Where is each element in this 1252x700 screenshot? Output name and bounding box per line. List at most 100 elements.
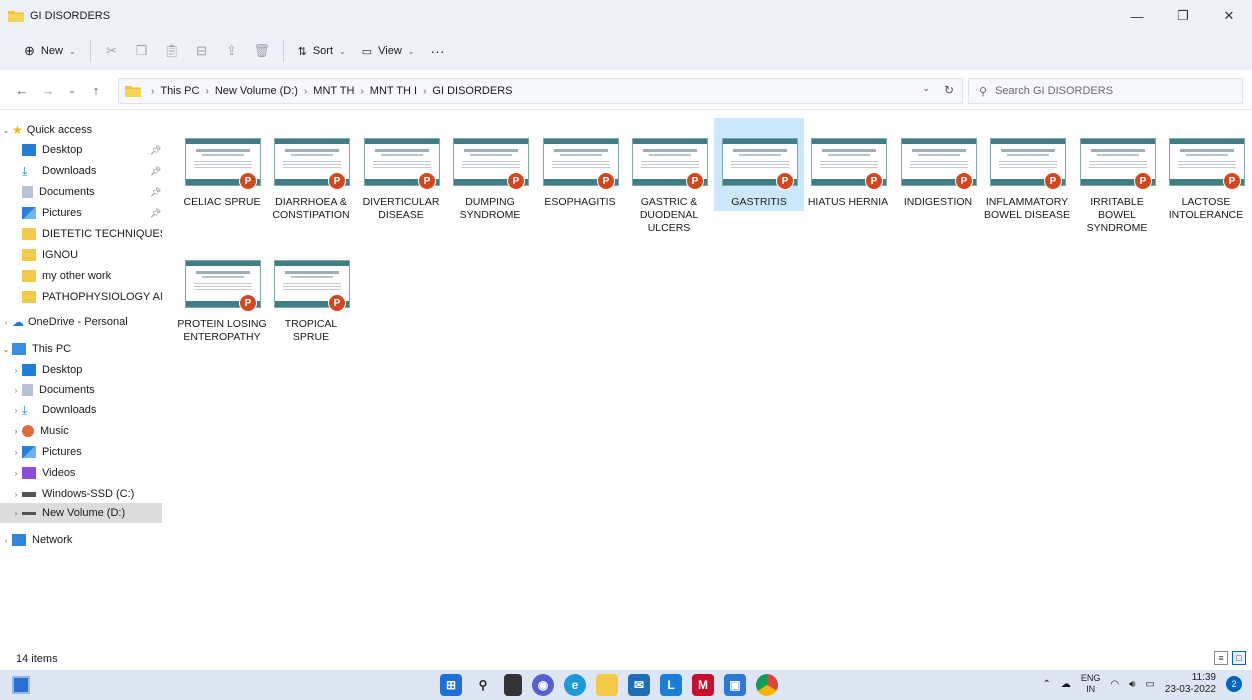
volume-icon[interactable]: 🔊︎	[1129, 679, 1135, 690]
nav-pc-pictures[interactable]: › Pictures	[0, 442, 162, 462]
file-item[interactable]: P DUMPING SYNDROME	[445, 118, 535, 253]
nav-qa-pathophysiology[interactable]: PATHOPHYSIOLOGY AND I	[0, 287, 162, 307]
maximize-button[interactable]: ❐	[1160, 0, 1206, 32]
delete-icon[interactable]: 🗑︎	[247, 37, 277, 65]
breadcrumb-mnt-th-i[interactable]: MNT TH I	[370, 85, 417, 97]
breadcrumb-this-pc[interactable]: This PC	[160, 85, 199, 97]
navigation-pane: ⌄ ★ Quick access Desktop 📌︎ ⤓ Downloads …	[0, 118, 168, 648]
chevron-right-icon: ›	[14, 508, 18, 518]
edge-icon[interactable]: e	[564, 674, 586, 696]
nav-qa-downloads[interactable]: ⤓ Downloads 📌︎	[0, 161, 162, 181]
pin-icon: 📌︎	[150, 144, 162, 155]
search-box[interactable]: ⚲ Search GI DISORDERS	[968, 78, 1243, 104]
nav-qa-desktop[interactable]: Desktop 📌︎	[0, 140, 162, 160]
nav-qa-ignou[interactable]: IGNOU	[0, 245, 162, 265]
file-item[interactable]: P HIATUS HERNIA	[803, 118, 893, 253]
nav-pc-documents[interactable]: › Documents	[0, 380, 162, 400]
up-arrow-icon[interactable]: ↑	[82, 76, 110, 104]
nav-qa-dietetic-techniques[interactable]: DIETETIC TECHNIQUES AN	[0, 224, 162, 244]
nav-network[interactable]: › Network	[0, 530, 162, 550]
drive-icon	[22, 511, 36, 515]
rename-icon[interactable]: ⊟	[187, 37, 217, 65]
computer-icon	[12, 343, 26, 355]
chevron-down-icon: ⌄	[68, 46, 76, 56]
back-arrow-icon[interactable]: ←	[8, 76, 36, 104]
breadcrumb-mnt-th[interactable]: MNT TH	[313, 85, 354, 97]
file-item[interactable]: P GASTRIC & DUODENAL ULCERS	[624, 118, 714, 253]
language-indicator[interactable]: ENG IN	[1081, 673, 1101, 695]
cut-icon[interactable]: ✂	[97, 37, 127, 65]
search-icon: ⚲	[979, 85, 988, 98]
nav-pc-desktop[interactable]: › Desktop	[0, 360, 162, 380]
minimize-button[interactable]: —	[1114, 0, 1160, 32]
file-item[interactable]: P PROTEIN LOSING ENTEROPATHY	[177, 240, 267, 375]
start-icon[interactable]: ⊞	[440, 674, 462, 696]
nav-quick-access[interactable]: ⌄ ★ Quick access	[0, 120, 162, 140]
chrome-icon[interactable]	[756, 674, 778, 696]
search-icon[interactable]: ⚲	[472, 674, 494, 696]
app-l-icon[interactable]: L	[660, 674, 682, 696]
mcafee-icon[interactable]: M	[692, 674, 714, 696]
chevron-up-icon[interactable]: ⌃	[1042, 679, 1050, 690]
powerpoint-icon: P	[239, 172, 257, 190]
powerpoint-icon: P	[507, 172, 525, 190]
nav-qa-pictures[interactable]: Pictures 📌︎	[0, 203, 162, 223]
file-item[interactable]: P ESOPHAGITIS	[535, 118, 625, 253]
breadcrumb-new-volume[interactable]: New Volume (D:)	[215, 85, 298, 97]
powerpoint-icon: P	[418, 172, 436, 190]
file-name: INFLAMMATORY BOWEL DISEASE	[984, 196, 1070, 221]
nav-label: PATHOPHYSIOLOGY AND I	[42, 291, 162, 303]
nav-pc-videos[interactable]: › Videos	[0, 463, 162, 483]
file-item[interactable]: P TROPICAL SPRUE	[266, 240, 356, 375]
address-dropdown-icon[interactable]: ⌄	[922, 83, 930, 97]
widgets-icon[interactable]	[12, 676, 30, 694]
nav-label: DIETETIC TECHNIQUES AN	[42, 228, 162, 240]
file-explorer-icon[interactable]	[596, 674, 618, 696]
large-icons-view-icon[interactable]: □	[1232, 651, 1246, 665]
new-button[interactable]: ⊕ New ⌄	[16, 37, 84, 65]
battery-icon[interactable]: ▭	[1145, 679, 1154, 690]
nav-pc-downloads[interactable]: › ⤓ Downloads	[0, 400, 162, 420]
nav-pc-music[interactable]: › Music	[0, 421, 162, 441]
pin-icon: 📌︎	[150, 186, 162, 197]
title-bar: GI DISORDERS — ❐ ✕	[0, 0, 1252, 32]
file-item-selected[interactable]: P GASTRITIS	[714, 118, 804, 211]
nav-onedrive[interactable]: › ☁ OneDrive - Personal	[0, 312, 162, 332]
share-icon[interactable]: ⇪	[217, 37, 247, 65]
clock[interactable]: 11:39 23-03-2022	[1165, 672, 1216, 696]
powerpoint-icon: P	[686, 172, 704, 190]
file-name: GASTRITIS	[731, 196, 787, 208]
task-view-icon[interactable]	[504, 674, 522, 696]
mail-icon[interactable]: ✉	[628, 674, 650, 696]
breadcrumb-gi-disorders[interactable]: GI DISORDERS	[432, 85, 512, 97]
more-options-button[interactable]: ···	[423, 37, 453, 65]
nav-label: OneDrive - Personal	[28, 316, 128, 328]
nav-pc-windows-ssd[interactable]: › Windows-SSD (C:)	[0, 484, 162, 504]
file-item[interactable]: P LACTOSE INTOLERANCE	[1161, 118, 1251, 253]
nav-qa-my-other-work[interactable]: my other work	[0, 266, 162, 286]
file-item[interactable]: P INDIGESTION	[893, 118, 983, 253]
address-bar[interactable]: › This PC › New Volume (D:) › MNT TH › M…	[118, 78, 963, 104]
chevron-down-icon: ⌄	[2, 344, 10, 354]
paste-icon[interactable]: 📋︎	[157, 37, 187, 65]
sort-button[interactable]: ⇅ Sort ⌄	[290, 37, 354, 65]
file-item[interactable]: P INFLAMMATORY BOWEL DISEASE	[982, 118, 1072, 253]
nav-qa-documents[interactable]: Documents 📌︎	[0, 182, 162, 202]
nav-pc-new-volume[interactable]: › New Volume (D:)	[0, 503, 162, 523]
view-button[interactable]: ▭ View ⌄	[354, 37, 423, 65]
file-item[interactable]: P DIVERTICULAR DISEASE	[356, 118, 446, 253]
store-icon[interactable]: ▣	[724, 674, 746, 696]
refresh-icon[interactable]: ↻	[944, 83, 954, 97]
close-button[interactable]: ✕	[1206, 0, 1252, 32]
wifi-icon[interactable]: ◠	[1110, 679, 1119, 690]
file-item[interactable]: P CELIAC SPRUE	[177, 118, 267, 253]
file-item[interactable]: P IRRITABLE BOWEL SYNDROME	[1072, 118, 1162, 253]
details-view-icon[interactable]: ≡	[1214, 651, 1228, 665]
file-item[interactable]: P DIARRHOEA & CONSTIPATION	[266, 118, 356, 253]
notification-badge[interactable]: 2	[1226, 676, 1242, 692]
pin-icon: 📌︎	[150, 207, 162, 218]
nav-this-pc[interactable]: ⌄ This PC	[0, 339, 162, 359]
onedrive-tray-icon[interactable]: ☁	[1061, 679, 1071, 690]
copy-icon[interactable]: ❐	[127, 37, 157, 65]
chat-icon[interactable]: ◉	[532, 674, 554, 696]
